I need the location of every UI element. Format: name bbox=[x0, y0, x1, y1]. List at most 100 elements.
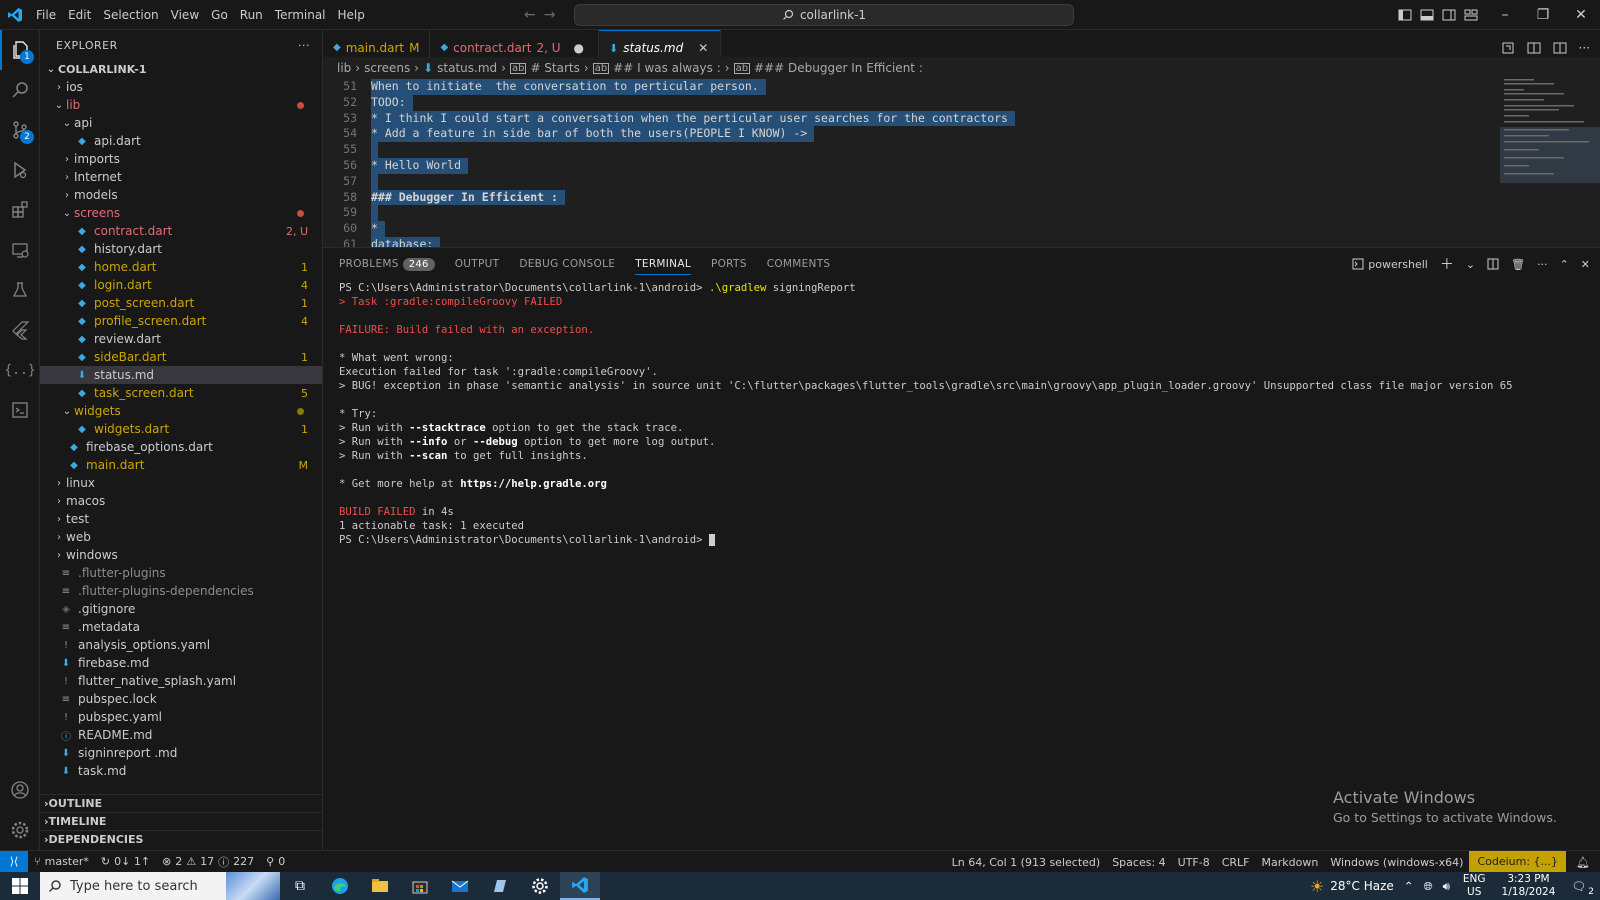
timeline-section[interactable]: › TIMELINE bbox=[40, 812, 323, 830]
flutter-activity[interactable] bbox=[0, 310, 40, 350]
notes-app-button[interactable] bbox=[480, 872, 520, 900]
command-center-search[interactable]: collarlink-1 bbox=[574, 4, 1074, 26]
open-preview-icon[interactable] bbox=[1501, 41, 1515, 55]
menu-run[interactable]: Run bbox=[234, 0, 269, 30]
customize-layout-icon[interactable] bbox=[1464, 8, 1478, 22]
more-actions-icon[interactable]: ··· bbox=[298, 39, 310, 52]
language-mode[interactable]: Markdown bbox=[1256, 856, 1325, 869]
taskbar-search[interactable]: Type here to search bbox=[40, 872, 280, 900]
start-button[interactable] bbox=[0, 872, 40, 900]
tree-folder[interactable]: › linux bbox=[40, 474, 322, 492]
explorer-activity[interactable]: 1 bbox=[0, 30, 40, 70]
code-editor[interactable]: 51 When to initiate the conversation to p… bbox=[323, 79, 1600, 247]
terminal-shell-selector[interactable]: powershell bbox=[1352, 258, 1428, 271]
tree-folder[interactable]: ⌄ screens bbox=[40, 204, 322, 222]
tab-ports[interactable]: PORTS bbox=[711, 258, 747, 270]
platform[interactable]: Windows (windows-x64) bbox=[1324, 856, 1469, 869]
tree-file[interactable]: ⓘ README.md bbox=[40, 726, 322, 744]
menu-terminal[interactable]: Terminal bbox=[269, 0, 332, 30]
tree-file[interactable]: ◈ .gitignore bbox=[40, 600, 322, 618]
manage-activity[interactable] bbox=[0, 810, 40, 850]
tree-folder[interactable]: › macos bbox=[40, 492, 322, 510]
json-activity[interactable]: {..} bbox=[0, 350, 40, 390]
tree-file[interactable]: ◆ task_screen.dart 5 bbox=[40, 384, 322, 402]
trash-icon[interactable]: 🗑 bbox=[1511, 258, 1525, 271]
menu-go[interactable]: Go bbox=[205, 0, 234, 30]
tree-folder[interactable]: ⌄ api bbox=[40, 114, 322, 132]
help-link[interactable]: https://help.gradle.org bbox=[460, 478, 607, 490]
run-debug-activity[interactable] bbox=[0, 150, 40, 190]
forward-arrow-icon[interactable]: → bbox=[544, 7, 556, 23]
close-tab-icon[interactable]: ✕ bbox=[698, 41, 708, 55]
tree-file[interactable]: ◆ login.dart 4 bbox=[40, 276, 322, 294]
task-view-button[interactable]: ⧉ bbox=[280, 872, 320, 900]
tree-folder[interactable]: › ios bbox=[40, 78, 322, 96]
tree-file[interactable]: ≡ .metadata bbox=[40, 618, 322, 636]
menu-edit[interactable]: Edit bbox=[62, 0, 97, 30]
breadcrumb-item[interactable]: # Starts bbox=[530, 61, 579, 75]
tree-file[interactable]: ! flutter_native_splash.yaml bbox=[40, 672, 322, 690]
clock[interactable]: 3:23 PM 1/18/2024 bbox=[1494, 873, 1564, 899]
split-terminal-icon[interactable] bbox=[1487, 258, 1499, 270]
edge-button[interactable] bbox=[320, 872, 360, 900]
tree-file[interactable]: ◆ profile_screen.dart 4 bbox=[40, 312, 322, 330]
workspace-root[interactable]: ⌄ COLLARLINK-1 bbox=[40, 60, 322, 78]
notification-center-button[interactable]: 🗨︎ 2 bbox=[1563, 879, 1600, 897]
tree-file[interactable]: ! analysis_options.yaml bbox=[40, 636, 322, 654]
toggle-secondary-sidebar-icon[interactable] bbox=[1442, 8, 1456, 22]
tab-terminal[interactable]: TERMINAL bbox=[635, 253, 691, 275]
menu-selection[interactable]: Selection bbox=[97, 0, 164, 30]
restore-icon[interactable]: ❐ bbox=[1524, 0, 1562, 30]
back-arrow-icon[interactable]: ← bbox=[524, 7, 536, 23]
tree-file[interactable]: ⬇ firebase.md bbox=[40, 654, 322, 672]
extensions-activity[interactable] bbox=[0, 190, 40, 230]
search-activity[interactable] bbox=[0, 70, 40, 110]
tab-debug-console[interactable]: DEBUG CONSOLE bbox=[519, 258, 615, 270]
close-panel-icon[interactable]: ✕ bbox=[1581, 258, 1590, 271]
breadcrumb-item[interactable]: lib bbox=[337, 61, 351, 75]
tree-file[interactable]: ≡ .flutter-plugins bbox=[40, 564, 322, 582]
notifications-bell-icon[interactable]: 🔔︎ bbox=[1566, 856, 1600, 869]
minimize-icon[interactable]: – bbox=[1486, 0, 1524, 30]
chevron-down-icon[interactable]: ⌄ bbox=[1466, 258, 1475, 271]
tree-file[interactable]: ◆ main.dart M bbox=[40, 456, 322, 474]
tree-folder[interactable]: › models bbox=[40, 186, 322, 204]
settings-button[interactable] bbox=[520, 872, 560, 900]
tree-folder[interactable]: ⌄ lib bbox=[40, 96, 322, 114]
breadcrumb-item[interactable]: ## I was always : bbox=[613, 61, 721, 75]
new-terminal-icon[interactable]: ＋ bbox=[1440, 254, 1454, 274]
tree-file[interactable]: ◆ post_screen.dart 1 bbox=[40, 294, 322, 312]
tree-file[interactable]: ◆ history.dart bbox=[40, 240, 322, 258]
tree-file[interactable]: ! pubspec.yaml bbox=[40, 708, 322, 726]
vscode-taskbar-button[interactable] bbox=[560, 872, 600, 900]
terminal-output[interactable]: PS C:\Users\Administrator\Documents\coll… bbox=[339, 281, 1559, 547]
tree-file[interactable]: ◆ contract.dart 2, U bbox=[40, 222, 322, 240]
toggle-primary-sidebar-icon[interactable] bbox=[1398, 8, 1412, 22]
codeium-status[interactable]: Codeium: {...} bbox=[1469, 851, 1567, 873]
tree-file[interactable]: ◆ home.dart 1 bbox=[40, 258, 322, 276]
store-button[interactable] bbox=[400, 872, 440, 900]
tree-folder[interactable]: › test bbox=[40, 510, 322, 528]
minimap[interactable] bbox=[1500, 79, 1600, 247]
close-window-icon[interactable]: ✕ bbox=[1562, 0, 1600, 30]
problems-indicator[interactable]: ⊗ 2 ⚠ 17 ⓘ 227 bbox=[156, 854, 260, 870]
tree-file[interactable]: ◆ api.dart bbox=[40, 132, 322, 150]
tree-folder[interactable]: › web bbox=[40, 528, 322, 546]
tree-file[interactable]: ◆ widgets.dart 1 bbox=[40, 420, 322, 438]
sync-indicator[interactable]: ↻ 0↓ 1↑ bbox=[95, 855, 156, 868]
breadcrumb-item[interactable]: screens bbox=[364, 61, 410, 75]
tree-folder[interactable]: › Internet bbox=[40, 168, 322, 186]
terminal-activity[interactable] bbox=[0, 390, 40, 430]
maximize-panel-icon[interactable]: ⌃ bbox=[1560, 258, 1569, 271]
breadcrumb-item[interactable]: status.md bbox=[437, 61, 497, 75]
open-preview-side-icon[interactable] bbox=[1527, 41, 1541, 55]
more-actions-icon[interactable]: ··· bbox=[1579, 41, 1590, 55]
split-editor-icon[interactable] bbox=[1553, 41, 1567, 55]
branch-indicator[interactable]: ⑂ master* bbox=[28, 855, 95, 868]
remote-indicator[interactable]: ⟩⟨ bbox=[0, 850, 28, 873]
menu-help[interactable]: Help bbox=[332, 0, 371, 30]
tree-file[interactable]: ⬇ signinreport .md bbox=[40, 744, 322, 762]
volume-icon[interactable]: 🔊︎ bbox=[1438, 879, 1455, 894]
tab-problems[interactable]: PROBLEMS 246 bbox=[339, 258, 435, 271]
accounts-activity[interactable] bbox=[0, 770, 40, 810]
